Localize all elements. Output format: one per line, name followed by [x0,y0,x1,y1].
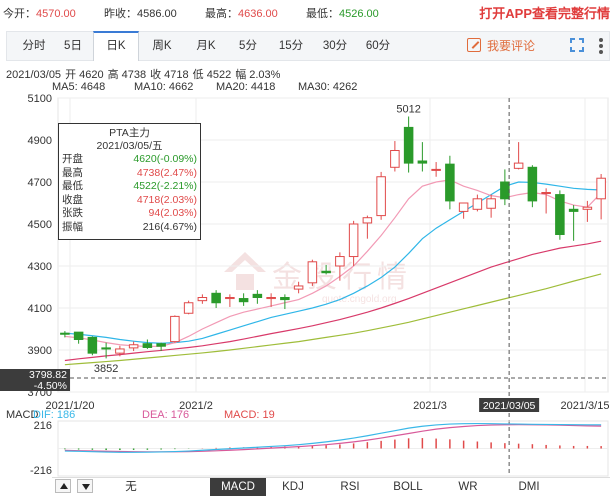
candle-body [238,298,249,303]
y-tick-label: 4700 [28,177,52,189]
indicator-tab-5[interactable]: WR [440,478,496,496]
ma30-line [64,273,602,366]
candle-body [307,261,318,284]
candle-body [142,343,153,348]
y-tick-label: 5100 [28,93,52,105]
candle-body [87,336,98,354]
tooltip-key: 张跌 [62,207,83,219]
indicator-tab-0[interactable]: 无 [104,478,158,496]
tooltip-row: 振幅 216(4.67%) [59,221,200,235]
dea-label: DEA: 176 [142,409,190,421]
tooltip-row: 最高 4738(2.47%) [59,167,200,181]
extreme-annotation: 5012 [396,103,420,115]
kline-chart[interactable]: 510049004700450043004100390037002021/1/2… [0,0,616,496]
x-tick-label: 2021/3/15 [561,400,610,412]
macd-value-label: MACD: 19 [224,409,275,421]
candle-body [513,162,524,169]
dif-label: DIF: 186 [33,409,76,421]
tooltip-value: 4522(-2.21%) [133,180,197,192]
candle-body [596,177,606,200]
tooltip-value: 94(2.03%) [148,207,197,219]
candle-body [170,315,180,343]
indicator-tab-6[interactable]: DMI [501,478,557,496]
candle-body [582,206,593,210]
candle-body [390,150,400,168]
indicator-tab-3[interactable]: RSI [322,478,378,496]
crosshair-pct: -4.50% [34,380,67,392]
y-tick-label: 4300 [28,261,52,273]
y-tick-label: 4100 [28,303,52,315]
indicator-tab-bar: 无 MACD KDJ RSI BOLL WR DMI [52,477,610,496]
candle-body [252,293,263,299]
tooltip-title: PTA主力 [109,127,150,139]
candle-body [101,347,111,350]
tooltip-key: 最高 [62,166,83,179]
candle-body [197,297,208,302]
indicator-tab-1[interactable]: MACD [210,478,266,496]
candle-body [445,163,455,202]
candle-body [472,198,483,210]
candle-body [500,181,510,200]
candle-body [335,256,345,267]
tooltip-row: 收盘 4718(2.03%) [59,194,200,208]
candle-body [156,343,166,347]
tooltip-row: 最低 4522(-2.21%) [59,180,200,194]
tooltip-key: 最低 [62,180,83,192]
tooltip-value: 4718(2.03%) [136,193,197,206]
candle-body [280,297,290,301]
indicator-tab-4[interactable]: BOLL [378,478,438,496]
candle-body [555,194,565,236]
y-tick-label: 3900 [28,345,52,357]
candle-body [458,202,469,212]
tooltip-row: 开盘 4620(-0.09%) [59,153,200,167]
candle-body [211,292,221,304]
candle-body [486,198,496,209]
tooltip-value: 4738(2.47%) [136,166,197,179]
candle-body [60,332,70,335]
tooltip-key: 开盘 [62,153,83,165]
tooltip-row: 张跌 94(2.03%) [59,207,200,221]
tooltip-date: 2021/03/05/五 [96,140,163,152]
tooltip-key: 收盘 [62,193,83,206]
candle-body [348,223,359,258]
candle-body [362,217,373,224]
candle-body [431,168,441,171]
x-tick-label: 2021/3 [413,400,447,412]
candle-body [183,302,194,314]
crosshair-date: 2021/03/05 [483,400,536,412]
dea-line [64,424,602,453]
candle-body [321,270,331,274]
indicator-tab-2[interactable]: KDJ [265,478,321,496]
candle-body [73,331,84,340]
tooltip-key: 振幅 [62,220,83,233]
candle-body [128,344,139,349]
candle-body [376,176,386,217]
data-tooltip: PTA主力 2021/03/05/五 开盘 4620(-0.09%) 最高 4738(… [58,123,201,240]
candle-body [225,297,235,300]
candle-body [403,126,414,164]
macd-y-bottom: -216 [30,465,52,477]
candle-body [293,285,304,290]
tooltip-value: 4620(-0.09%) [133,153,197,165]
y-tick-label: 4500 [28,219,52,231]
candle-body [541,192,551,194]
candle-body [527,166,538,202]
y-tick-label: 4900 [28,135,52,147]
candle-body [568,208,579,212]
candle-body [266,297,276,300]
extreme-annotation: 3852 [94,363,118,375]
tooltip-value: 216(4.67%) [142,220,197,233]
candle-body [417,160,428,164]
macd-y-top: 216 [34,420,52,432]
candle-body [115,348,125,354]
